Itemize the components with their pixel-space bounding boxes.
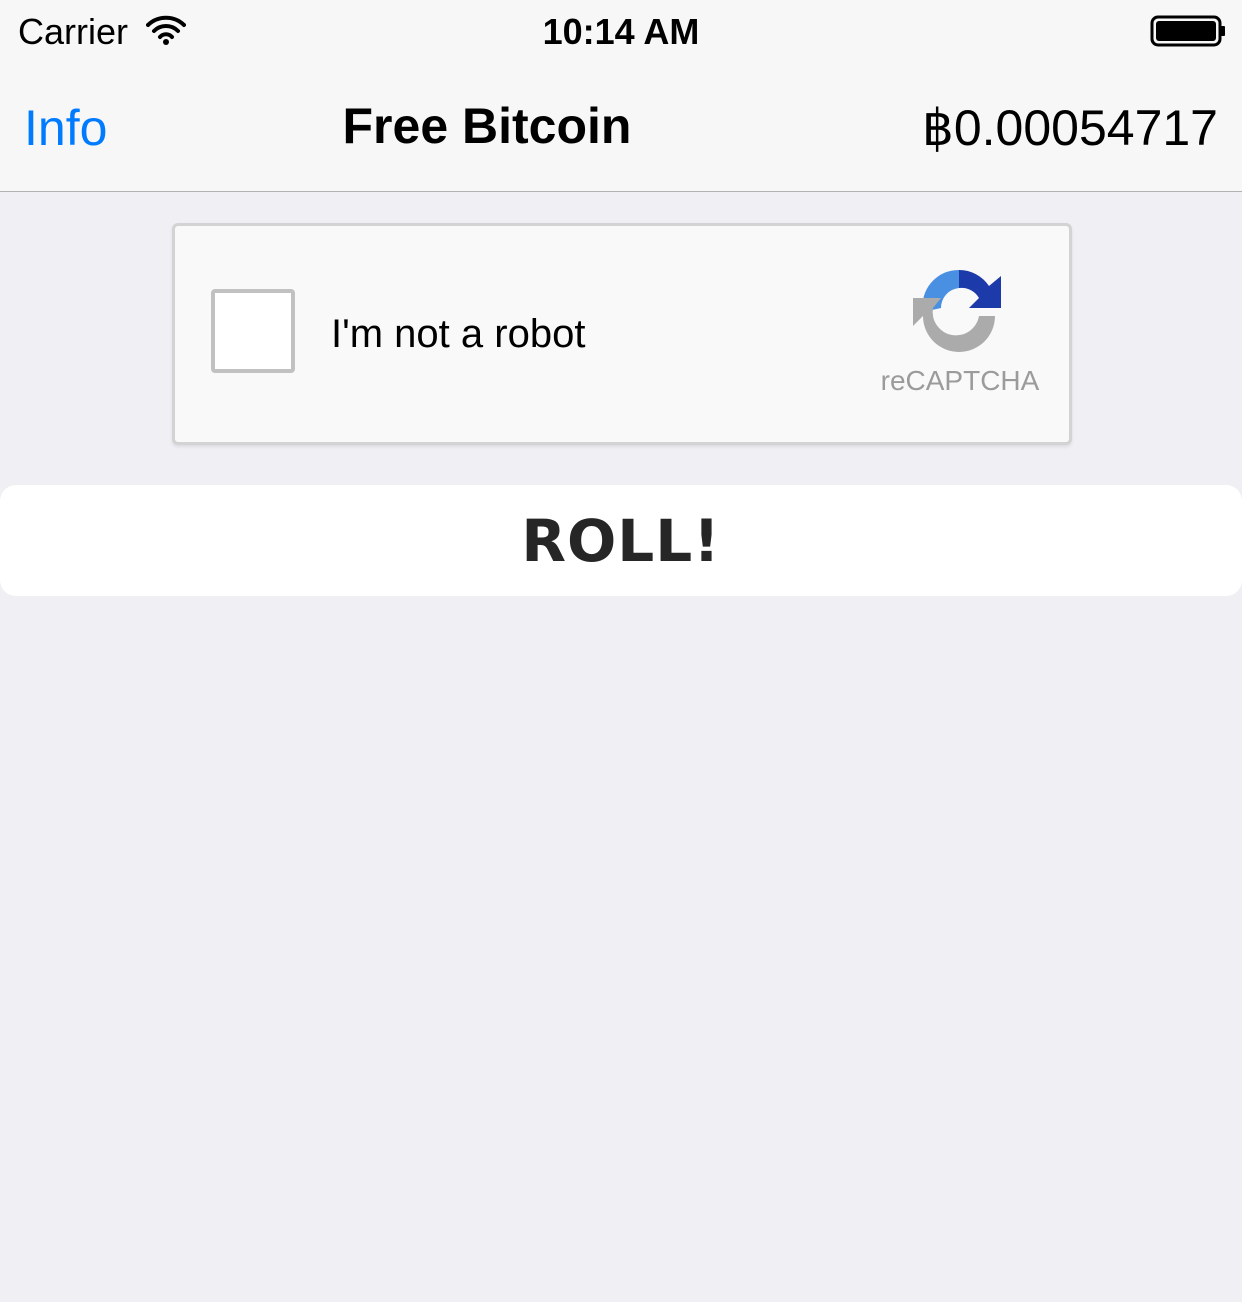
captcha-label: I'm not a robot	[331, 312, 586, 356]
recaptcha-brand: reCAPTCHA	[880, 365, 1040, 396]
roll-button[interactable]: ROLL!	[0, 485, 1242, 596]
top-bar: Carrier 10:14 AM Info Free Bitcoin ฿0.00…	[0, 0, 1242, 192]
captcha-checkbox[interactable]	[211, 289, 295, 373]
status-time: 10:14 AM	[542, 11, 700, 52]
balance-label: ฿0.00054717	[922, 100, 1218, 156]
roll-button-label: ROLL!	[521, 506, 721, 575]
recaptcha-logo-icon	[913, 269, 1001, 352]
page-title: Free Bitcoin	[342, 98, 632, 154]
recaptcha-widget: I'm not a robot reCAPTCHA	[172, 223, 1072, 445]
battery-full-icon	[1150, 15, 1225, 47]
